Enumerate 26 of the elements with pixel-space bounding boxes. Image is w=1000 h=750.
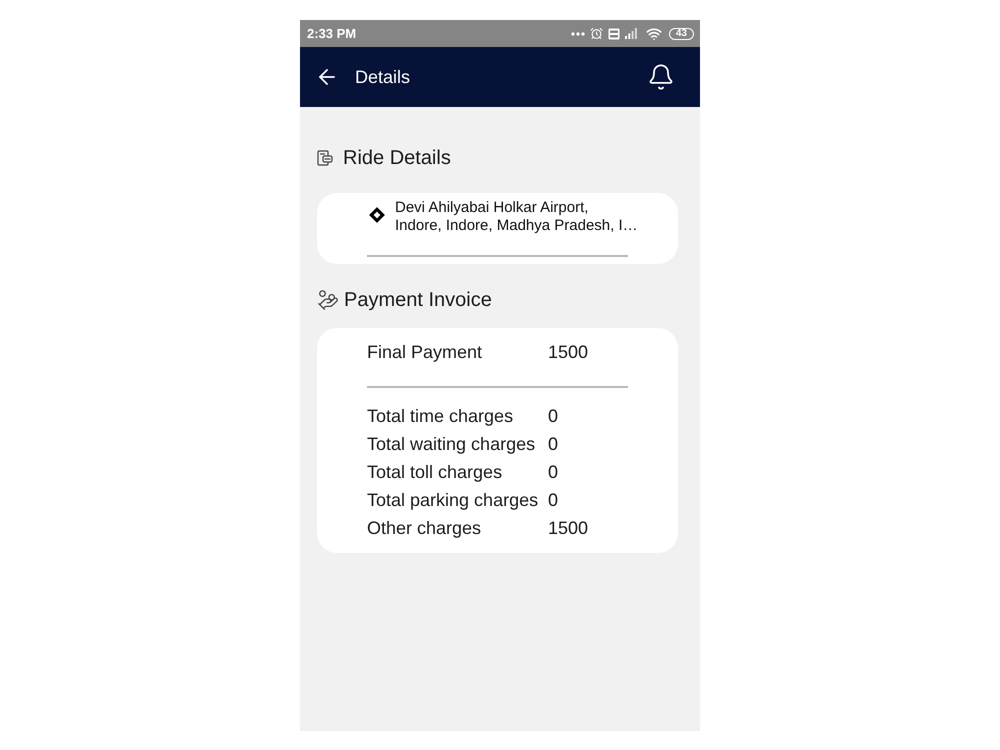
charge-label: Other charges: [367, 516, 482, 540]
wifi-icon: [646, 26, 662, 42]
charge-value: 0: [548, 432, 558, 456]
pickup-address: Devi Ahilyabai Holkar Airport, Indore, Indore, Madhya Pradesh, I…: [395, 199, 639, 235]
section-title: Ride Details: [343, 146, 451, 171]
hand-coin-icon: [317, 289, 339, 311]
charge-label: Total toll charges: [367, 460, 504, 484]
charge-value: 0: [548, 460, 558, 484]
more-dots-icon: [570, 32, 585, 36]
section-title: Payment Invoice: [344, 288, 492, 313]
charge-label: Total waiting charges: [367, 432, 536, 456]
header-title: Details: [355, 66, 410, 88]
alarm-clock-icon: [590, 27, 603, 40]
status-time: 2:33 PM: [307, 24, 356, 43]
signal-bars-icon: [624, 28, 637, 39]
battery-level: 43: [668, 28, 694, 40]
charge-label: Total time charges: [367, 404, 514, 428]
charge-label: Total parking charges: [367, 488, 540, 512]
charge-value: 1500: [548, 340, 588, 364]
charge-label: Final Payment: [367, 340, 484, 364]
charge-value: 0: [548, 404, 558, 428]
document-icon: [317, 150, 333, 166]
bell-icon: [647, 63, 675, 91]
volte-badge-icon: [608, 28, 620, 40]
charge-value: 0: [548, 488, 558, 512]
charge-value: 1500: [548, 516, 588, 540]
